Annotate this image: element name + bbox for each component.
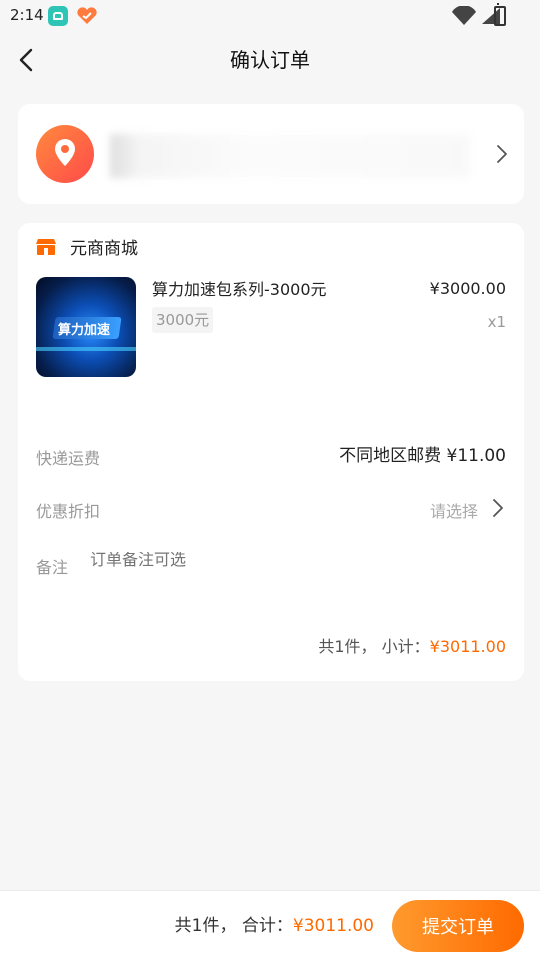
product-image-text: 算力加速: [58, 323, 111, 338]
total-amount: ¥3011.00: [292, 916, 374, 936]
battery-icon: [494, 3, 506, 26]
discount-label: 优惠折扣: [36, 502, 101, 521]
submit-order-button[interactable]: 提交订单: [392, 900, 524, 952]
total-summary: 共1件， 合计：¥3011.00: [175, 911, 374, 936]
product-spec: 3000元: [152, 307, 214, 333]
subtotal: 共1件， 小计：¥3011.00: [318, 633, 506, 657]
status-time: 2:14: [10, 6, 44, 24]
product-quantity: x1: [487, 313, 506, 331]
page-title: 确认订单: [230, 48, 310, 72]
chevron-right-icon: [490, 497, 506, 519]
app-notification-icon: [48, 6, 68, 26]
remark-label: 备注: [36, 558, 69, 577]
remark-input[interactable]: [90, 552, 470, 570]
status-bar: 2:14: [0, 0, 540, 32]
store-icon: [36, 238, 56, 256]
product-image[interactable]: 算力加速: [36, 277, 136, 377]
address-placeholder: [110, 134, 470, 178]
shop-name: 元商商城: [70, 239, 138, 259]
shipping-label: 快递运费: [36, 449, 101, 468]
heart-notification-icon: [76, 6, 98, 26]
location-pin-icon: [36, 125, 94, 183]
bottom-bar: 共1件， 合计：¥3011.00 提交订单: [0, 890, 540, 961]
total-prefix: 共1件， 合计：: [174, 916, 293, 936]
address-card[interactable]: [18, 104, 524, 204]
product-image-glow: [36, 347, 136, 351]
header: 确认订单: [0, 32, 540, 88]
product-price: ¥3000.00: [429, 279, 506, 298]
chevron-right-icon: [492, 142, 512, 166]
order-card: 元商商城 算力加速 算力加速包系列-3000元 3000元 ¥3000.00 x…: [18, 223, 524, 681]
subtotal-prefix: 共1件， 小计：: [318, 637, 430, 656]
subtotal-amount: ¥3011.00: [429, 637, 506, 656]
shipping-value: 不同地区邮费 ¥11.00: [339, 446, 506, 466]
discount-select[interactable]: 请选择: [430, 498, 478, 522]
product-name: 算力加速包系列-3000元: [152, 280, 327, 299]
